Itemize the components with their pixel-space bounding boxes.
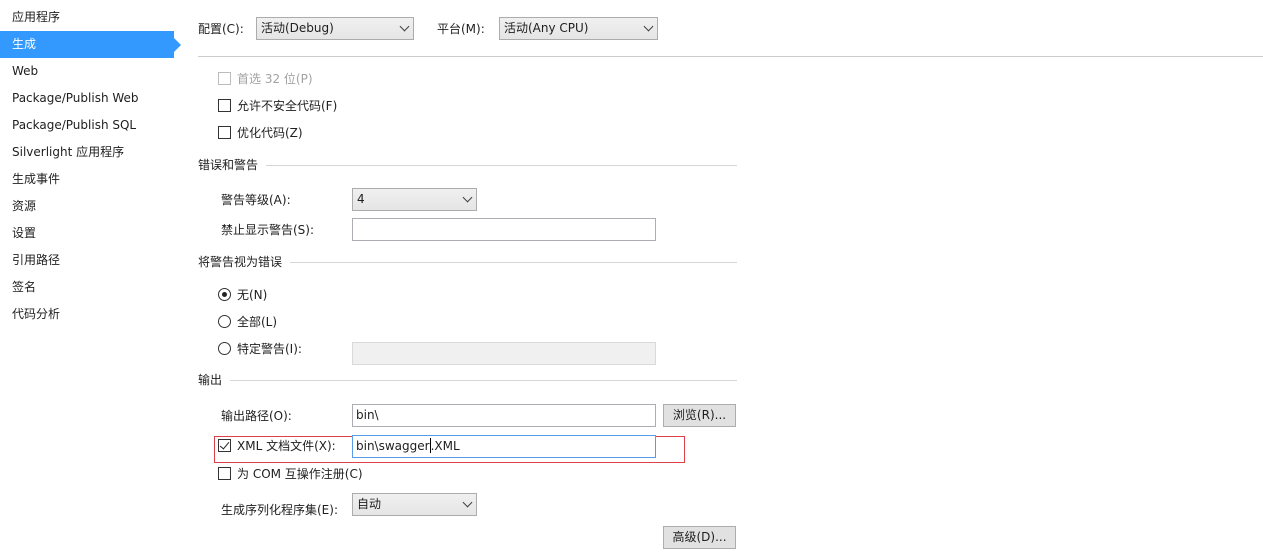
advanced-button[interactable]: 高级(D)... bbox=[663, 526, 736, 549]
com-interop-checkbox[interactable] bbox=[218, 467, 231, 480]
output-group-line bbox=[198, 380, 737, 381]
sidebar-item-reference-paths[interactable]: 引用路径 bbox=[0, 247, 174, 274]
sidebar-item-resources[interactable]: 资源 bbox=[0, 193, 174, 220]
allow-unsafe-checkbox[interactable] bbox=[218, 99, 231, 112]
errors-group-line bbox=[198, 165, 737, 166]
suppress-warnings-label: 禁止显示警告(S): bbox=[221, 223, 315, 237]
xml-doc-checkbox[interactable] bbox=[218, 439, 231, 452]
treat-warnings-specific-label: 特定警告(I): bbox=[237, 342, 302, 356]
sidebar-item-code-analysis[interactable]: 代码分析 bbox=[0, 301, 174, 328]
header-divider bbox=[198, 56, 1263, 57]
chevron-down-icon bbox=[643, 21, 654, 32]
sidebar-item-web[interactable]: Web bbox=[0, 58, 174, 85]
serialization-label: 生成序列化程序集(E): bbox=[221, 503, 338, 517]
warning-level-dropdown[interactable]: 4 bbox=[352, 188, 477, 211]
config-label: 配置(C): bbox=[198, 22, 244, 36]
platform-value: 活动(Any CPU) bbox=[504, 21, 589, 35]
treat-warnings-specific-radio[interactable] bbox=[218, 342, 231, 355]
xml-doc-label: XML 文档文件(X): bbox=[237, 439, 336, 453]
serialization-dropdown[interactable]: 自动 bbox=[352, 493, 477, 516]
errors-group-title: 错误和警告 bbox=[198, 157, 267, 173]
config-dropdown[interactable]: 活动(Debug) bbox=[256, 17, 414, 40]
warning-level-value: 4 bbox=[357, 192, 365, 206]
chevron-down-icon bbox=[462, 192, 473, 203]
platform-label: 平台(M): bbox=[437, 22, 485, 36]
output-path-input[interactable]: bin\ bbox=[352, 404, 656, 427]
platform-dropdown[interactable]: 活动(Any CPU) bbox=[499, 17, 658, 40]
sidebar-item-build-events[interactable]: 生成事件 bbox=[0, 166, 174, 193]
prefer-32bit-checkbox[interactable] bbox=[218, 72, 231, 85]
sidebar-item-signing[interactable]: 签名 bbox=[0, 274, 174, 301]
chevron-down-icon bbox=[399, 21, 410, 32]
allow-unsafe-label: 允许不安全代码(F) bbox=[237, 99, 338, 113]
radio-selected-dot bbox=[222, 292, 227, 297]
suppress-warnings-input[interactable] bbox=[352, 218, 656, 241]
output-group-title: 输出 bbox=[198, 372, 231, 388]
output-path-label: 输出路径(O): bbox=[221, 409, 292, 423]
check-icon bbox=[219, 439, 230, 450]
warning-level-label: 警告等级(A): bbox=[221, 193, 291, 207]
treat-warnings-group-title: 将警告视为错误 bbox=[198, 254, 291, 270]
sidebar-item-silverlight[interactable]: Silverlight 应用程序 bbox=[0, 139, 174, 166]
treat-warnings-none-radio[interactable] bbox=[218, 288, 231, 301]
serialization-value: 自动 bbox=[357, 497, 382, 511]
sidebar: 应用程序 生成 Web Package/Publish Web Package/… bbox=[0, 0, 181, 559]
chevron-down-icon bbox=[462, 497, 473, 508]
treat-warnings-none-label: 无(N) bbox=[237, 288, 268, 302]
prefer-32bit-label: 首选 32 位(P) bbox=[237, 72, 313, 86]
treat-warnings-all-label: 全部(L) bbox=[237, 315, 278, 329]
sidebar-item-settings[interactable]: 设置 bbox=[0, 220, 174, 247]
sidebar-item-package-publish-web[interactable]: Package/Publish Web bbox=[0, 85, 174, 112]
xml-doc-value-start: bin\swagger bbox=[356, 439, 430, 453]
config-value: 活动(Debug) bbox=[261, 21, 334, 35]
project-properties-window: 应用程序 生成 Web Package/Publish Web Package/… bbox=[0, 0, 1263, 559]
treat-warnings-all-radio[interactable] bbox=[218, 315, 231, 328]
xml-doc-value-end: .XML bbox=[430, 439, 460, 453]
sidebar-item-application[interactable]: 应用程序 bbox=[0, 4, 174, 31]
optimize-code-label: 优化代码(Z) bbox=[237, 126, 303, 140]
xml-doc-input[interactable]: bin\swagger.XML bbox=[352, 435, 656, 458]
browse-button[interactable]: 浏览(R)... bbox=[663, 404, 736, 427]
com-interop-label: 为 COM 互操作注册(C) bbox=[237, 467, 363, 481]
optimize-code-checkbox[interactable] bbox=[218, 126, 231, 139]
specific-warnings-input[interactable] bbox=[352, 342, 656, 365]
sidebar-item-build[interactable]: 生成 bbox=[0, 31, 181, 58]
sidebar-item-package-publish-sql[interactable]: Package/Publish SQL bbox=[0, 112, 174, 139]
